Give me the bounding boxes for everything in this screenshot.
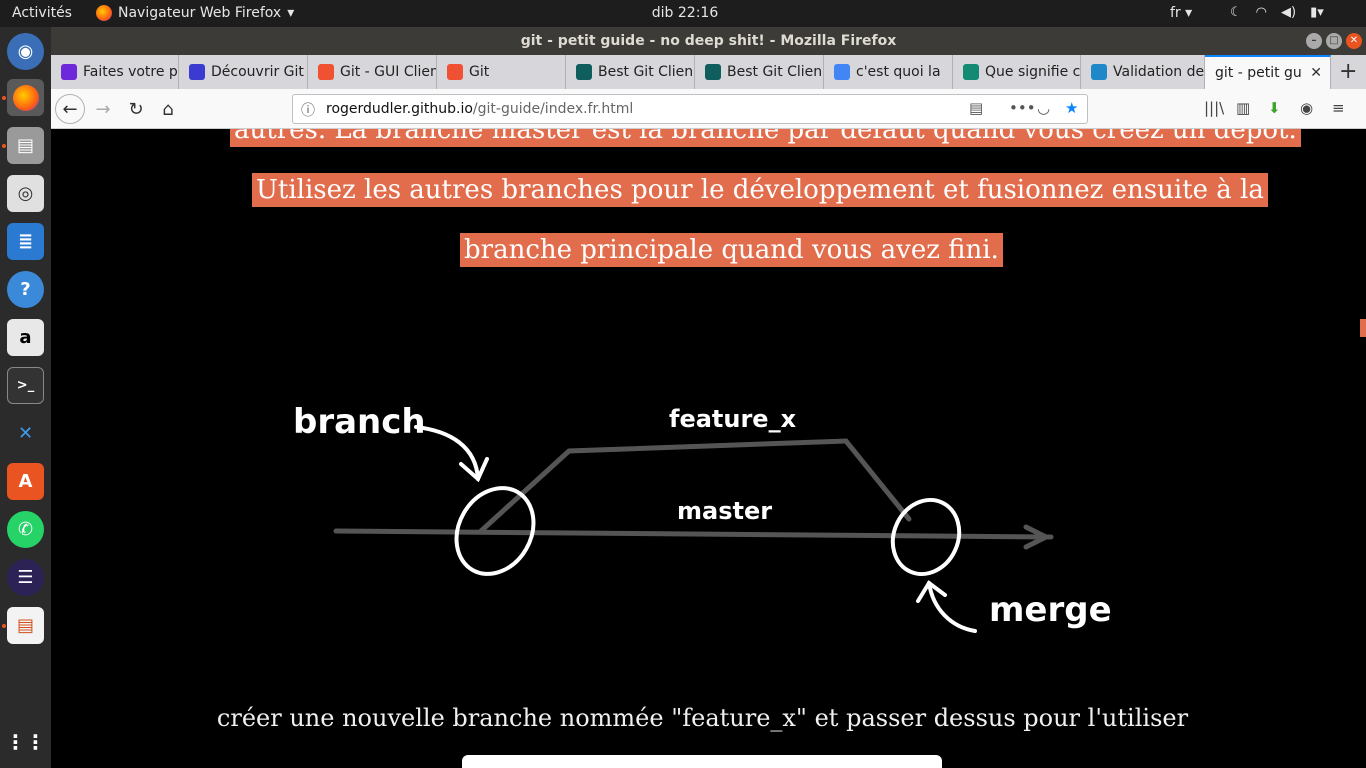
system-tray[interactable]: ☾ ◠ ◀) ▮▾ bbox=[1230, 5, 1324, 20]
tab-label: Git - GUI Clien bbox=[340, 64, 437, 80]
info-icon[interactable]: ⓘ bbox=[301, 100, 315, 120]
library-icon[interactable]: |||\ bbox=[1204, 99, 1224, 117]
page-actions-icon[interactable]: ••• bbox=[1009, 99, 1036, 117]
new-tab-button[interactable]: + bbox=[1339, 59, 1357, 84]
tab-favicon-icon bbox=[834, 64, 850, 80]
tab[interactable]: Best Git Clien bbox=[566, 55, 695, 89]
running-indicator bbox=[2, 144, 6, 148]
tab-label: Découvrir Git bbox=[211, 64, 304, 80]
section-caption: créer une nouvelle branche nommée "featu… bbox=[216, 704, 1189, 732]
tab-favicon-icon bbox=[61, 64, 77, 80]
tab-label: Faites votre p bbox=[83, 64, 178, 80]
account-icon[interactable]: ◉ bbox=[1300, 99, 1313, 117]
tab-label: Best Git Clien bbox=[598, 64, 694, 80]
minimize-button[interactable]: – bbox=[1306, 33, 1322, 49]
firefox-window: git - petit guide - no deep shit! - Mozi… bbox=[51, 27, 1366, 768]
eclipse-icon[interactable]: ☰ bbox=[7, 559, 44, 596]
tab-active[interactable]: git - petit guid ✕ bbox=[1205, 55, 1331, 89]
terminal-icon[interactable]: >_ bbox=[7, 367, 44, 404]
software-center-icon[interactable]: A bbox=[7, 463, 44, 500]
wifi-icon: ◠ bbox=[1255, 5, 1267, 20]
app-menu-label: Navigateur Web Firefox bbox=[118, 5, 282, 21]
branch-diagram: branch feature_x master merge bbox=[293, 402, 1112, 633]
feature-label: feature_x bbox=[669, 405, 797, 433]
tab-favicon-icon bbox=[189, 64, 205, 80]
impress-icon[interactable]: ▤ bbox=[7, 607, 44, 644]
battery-icon: ▮▾ bbox=[1310, 5, 1324, 20]
text-highlight-line: autres. La branche master est la branche… bbox=[230, 129, 1301, 147]
close-window-button[interactable]: ✕ bbox=[1346, 33, 1362, 49]
writer-icon[interactable]: ≣ bbox=[7, 223, 44, 260]
home-button[interactable]: ⌂ bbox=[154, 95, 182, 123]
tab-label: Que signifie c bbox=[985, 64, 1081, 80]
vscode-icon[interactable]: ✕ bbox=[7, 415, 44, 452]
tab[interactable]: c'est quoi la bbox=[824, 55, 953, 89]
menu-icon[interactable]: ≡ bbox=[1332, 99, 1345, 117]
firefox-icon bbox=[96, 5, 112, 21]
master-label: master bbox=[677, 497, 772, 525]
rhythmbox-icon[interactable]: ◎ bbox=[7, 175, 44, 212]
tab-label: Best Git Clien bbox=[727, 64, 823, 80]
chevron-down-icon: ▾ bbox=[287, 5, 295, 21]
window-title: git - petit guide - no deep shit! - Mozi… bbox=[520, 33, 897, 49]
tab-favicon-icon bbox=[705, 64, 721, 80]
navigation-toolbar: ← → ↻ ⌂ ⓘ rogerdudler.github.io/git-guid… bbox=[51, 89, 1366, 129]
whatsapp-icon[interactable]: ✆ bbox=[7, 511, 44, 548]
tab-favicon-icon bbox=[576, 64, 592, 80]
amazon-icon[interactable]: a bbox=[7, 319, 44, 356]
tab-favicon-icon bbox=[963, 64, 979, 80]
app-menu[interactable]: Navigateur Web Firefox ▾ bbox=[96, 5, 294, 21]
tab[interactable]: Faites votre p bbox=[51, 55, 179, 89]
tab-favicon-icon bbox=[447, 64, 463, 80]
firefox-dock-icon[interactable] bbox=[7, 79, 44, 116]
tab-label: Git bbox=[469, 64, 490, 80]
branch-label: branch bbox=[293, 402, 426, 442]
show-apps-icon[interactable]: ⋮⋮ bbox=[6, 723, 46, 760]
merge-label: merge bbox=[989, 590, 1112, 630]
tab-label: git - petit guid bbox=[1215, 65, 1303, 81]
maximize-button[interactable]: □ bbox=[1326, 33, 1342, 49]
scroll-marker bbox=[1360, 319, 1366, 337]
text-highlight-line: branche principale quand vous avez fini. bbox=[460, 233, 1003, 267]
reader-view-icon[interactable]: ▤ bbox=[969, 99, 983, 117]
forward-button[interactable]: → bbox=[89, 95, 117, 123]
url-text: rogerdudler.github.io/git-guide/index.fr… bbox=[326, 101, 634, 117]
reload-button[interactable]: ↻ bbox=[122, 95, 150, 123]
window-titlebar: git - petit guide - no deep shit! - Mozi… bbox=[51, 27, 1366, 55]
tab-favicon-icon bbox=[318, 64, 334, 80]
tab[interactable]: Validation de bbox=[1081, 55, 1205, 89]
tab-label: Validation de bbox=[1113, 64, 1205, 80]
night-light-icon: ☾ bbox=[1230, 5, 1242, 20]
tab-favicon-icon bbox=[1091, 64, 1107, 80]
clock[interactable]: dib 22:16 bbox=[640, 5, 730, 21]
system-top-bar: Activités Navigateur Web Firefox ▾ dib 2… bbox=[0, 0, 1366, 27]
tab-bar: Faites votre p Découvrir Git Git - GUI C… bbox=[51, 55, 1366, 89]
volume-icon: ◀) bbox=[1281, 5, 1297, 20]
code-block bbox=[462, 755, 942, 768]
pocket-icon[interactable]: ◡ bbox=[1037, 99, 1050, 117]
download-icon[interactable]: ⬇ bbox=[1268, 99, 1281, 117]
tab[interactable]: Best Git Clien bbox=[695, 55, 824, 89]
chromium-icon[interactable]: ◉ bbox=[7, 33, 44, 70]
url-bar[interactable]: ⓘ rogerdudler.github.io/git-guide/index.… bbox=[292, 94, 1088, 124]
sidebar-icon[interactable]: ▥ bbox=[1236, 99, 1250, 117]
page-content: autres. La branche master est la branche… bbox=[51, 129, 1366, 768]
dock: ◉ ▤ ◎ ≣ ? a >_ ✕ A ✆ ☰ ▤ ⋮⋮ bbox=[0, 27, 51, 768]
running-indicator bbox=[2, 624, 6, 628]
master-line bbox=[333, 528, 1054, 540]
tab[interactable]: Que signifie c bbox=[953, 55, 1081, 89]
tab[interactable]: Git - GUI Clien bbox=[308, 55, 437, 89]
tab[interactable]: Découvrir Git bbox=[179, 55, 308, 89]
tab-label: c'est quoi la bbox=[856, 64, 941, 80]
running-indicator bbox=[2, 96, 6, 100]
tab[interactable]: Git bbox=[437, 55, 566, 89]
help-icon[interactable]: ? bbox=[7, 271, 44, 308]
files-icon[interactable]: ▤ bbox=[7, 127, 44, 164]
keyboard-language[interactable]: fr ▾ bbox=[1170, 5, 1192, 21]
back-button[interactable]: ← bbox=[55, 94, 85, 124]
text-highlight-line: Utilisez les autres branches pour le dév… bbox=[252, 173, 1268, 207]
close-tab-icon[interactable]: ✕ bbox=[1310, 65, 1322, 81]
activities-button[interactable]: Activités bbox=[12, 5, 72, 21]
bookmark-star-icon[interactable]: ★ bbox=[1065, 99, 1078, 117]
